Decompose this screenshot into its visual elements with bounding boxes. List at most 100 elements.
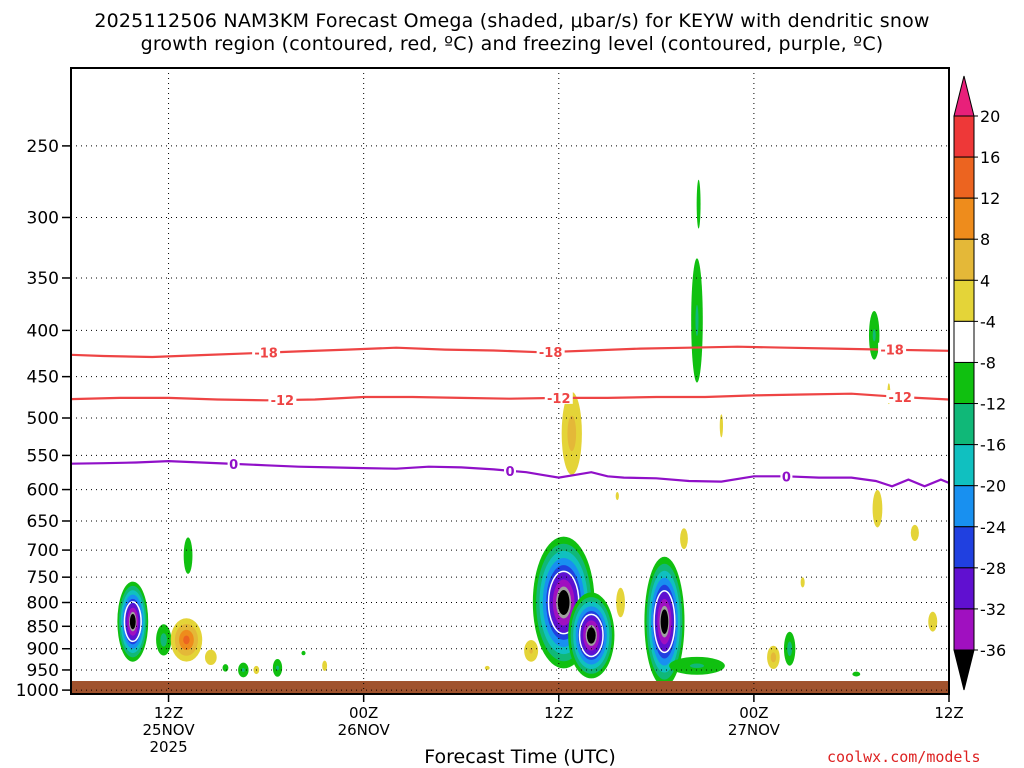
omega-contour-fill (928, 611, 938, 632)
omega-contour-fill (770, 652, 777, 663)
omega-cell (910, 524, 919, 541)
colorbar-label: 20 (980, 107, 1000, 126)
omega-contour-fill (183, 635, 190, 645)
colorbar-label: 8 (980, 230, 990, 249)
omega-cell (222, 664, 229, 672)
colorbar-label: 12 (980, 189, 1000, 208)
colorbar-band (953, 156, 975, 199)
omega-cell (204, 649, 217, 666)
colorbar-band (953, 320, 975, 363)
colorbar-label: -36 (980, 641, 1006, 660)
x-tick-label: 00Z (349, 704, 378, 722)
y-tick-label: 850 (27, 617, 59, 637)
x-tick-label: 00Z (739, 704, 768, 722)
colorbar-label: 16 (980, 148, 1000, 167)
y-tick-label: 900 (27, 640, 59, 660)
omega-contour-fill (301, 650, 306, 656)
omega-cell (669, 656, 725, 675)
contour-label: -12 (547, 392, 571, 407)
omega-cell (238, 662, 249, 678)
omega-cell (696, 179, 701, 229)
omega-cell (615, 492, 619, 501)
y-tick-label: 950 (27, 661, 59, 681)
omega-contour-fill (484, 665, 490, 670)
omega-contour-fill (680, 528, 688, 550)
y-tick-label: 450 (27, 368, 59, 388)
omega-contour-fill (852, 671, 861, 677)
colorbar-band (953, 361, 975, 405)
colorbar-band (953, 485, 975, 528)
y-tick-label: 600 (27, 481, 59, 501)
x-tick-label: 12Z (544, 704, 573, 722)
omega-contour-fill (567, 415, 577, 452)
x-tick-label: 27NOV (728, 721, 781, 739)
omega-contour-fill (160, 633, 167, 647)
omega-contour-fill (800, 577, 805, 588)
omega-contour-fill (695, 304, 699, 337)
contour-label: 0 (505, 465, 514, 480)
omega-contour-fill (689, 663, 705, 669)
colorbar-band (953, 444, 975, 487)
y-tick-label: 800 (27, 593, 59, 613)
omega-contour-fill (979, 619, 983, 630)
omega-contour-fill (872, 329, 876, 342)
omega-cell (783, 631, 796, 666)
ground-strip (71, 681, 949, 694)
contour-label: -18 (880, 344, 904, 359)
x-tick-label: 12Z (154, 704, 183, 722)
contour-label: -12 (271, 394, 295, 409)
omega-contour-fill (222, 664, 229, 672)
omega-cell (691, 258, 703, 383)
colorbar-band (953, 567, 975, 610)
omega-contour-fill (204, 649, 217, 666)
colorbar-label: -32 (980, 600, 1006, 619)
colorbar-top-arrow (953, 75, 975, 117)
omega-contour-fill (660, 609, 669, 634)
omega-cell (767, 645, 780, 669)
omega-cell (484, 665, 490, 670)
omega-cell (183, 537, 193, 574)
x-tick-label: 25NOV (142, 721, 195, 739)
colorbar-band (953, 608, 975, 651)
colorbar-band (953, 115, 975, 158)
omega-cell (680, 528, 688, 550)
omega-contour-fill (275, 665, 279, 671)
omega-contour-fill (183, 537, 193, 574)
y-tick-label: 650 (27, 512, 59, 532)
omega-cell (616, 587, 625, 618)
colorbar-label: -8 (980, 353, 996, 372)
colorbar-label: -16 (980, 436, 1006, 455)
omega-contour-fill (129, 614, 136, 630)
credit-text: coolwx.com/models (827, 748, 981, 766)
contour-label: -18 (254, 347, 278, 362)
omega-cell (568, 592, 615, 679)
y-tick-label: 750 (27, 568, 59, 588)
y-tick-label: 300 (27, 208, 59, 228)
omega-cell (117, 581, 149, 662)
colorbar-band (953, 526, 975, 569)
x-tick-label: 26NOV (338, 721, 391, 739)
omega-contour-fill (910, 524, 919, 541)
omega-contour-fill (586, 627, 596, 644)
colorbar-band (953, 403, 975, 446)
omega-contour-fill (616, 587, 625, 618)
contour-label: 0 (782, 470, 791, 485)
colorbar-label: -12 (980, 395, 1006, 414)
omega-contour-fill (557, 590, 570, 615)
omega-contour-fill (696, 179, 701, 229)
omega-cell (852, 671, 861, 677)
colorbar-label: 4 (980, 271, 990, 290)
colorbar-bottom-arrow (953, 649, 975, 691)
omega-cell (301, 650, 306, 656)
y-tick-label: 550 (27, 446, 59, 466)
colorbar-band (953, 279, 975, 322)
omega-cell (868, 310, 880, 360)
colorbar-label: -4 (980, 312, 996, 331)
colorbar-label: -28 (980, 559, 1006, 578)
omega-cell (272, 658, 283, 677)
omega-time-section-chart: -18 -18 -18 -12 -12 -12 0 0 0 250 300 350 400 450 500… (16, 67, 1006, 756)
omega-contour-fill (872, 489, 883, 528)
omega-cell (170, 618, 203, 662)
omega-cell (872, 489, 883, 528)
y-tick-label: 500 (27, 409, 59, 429)
